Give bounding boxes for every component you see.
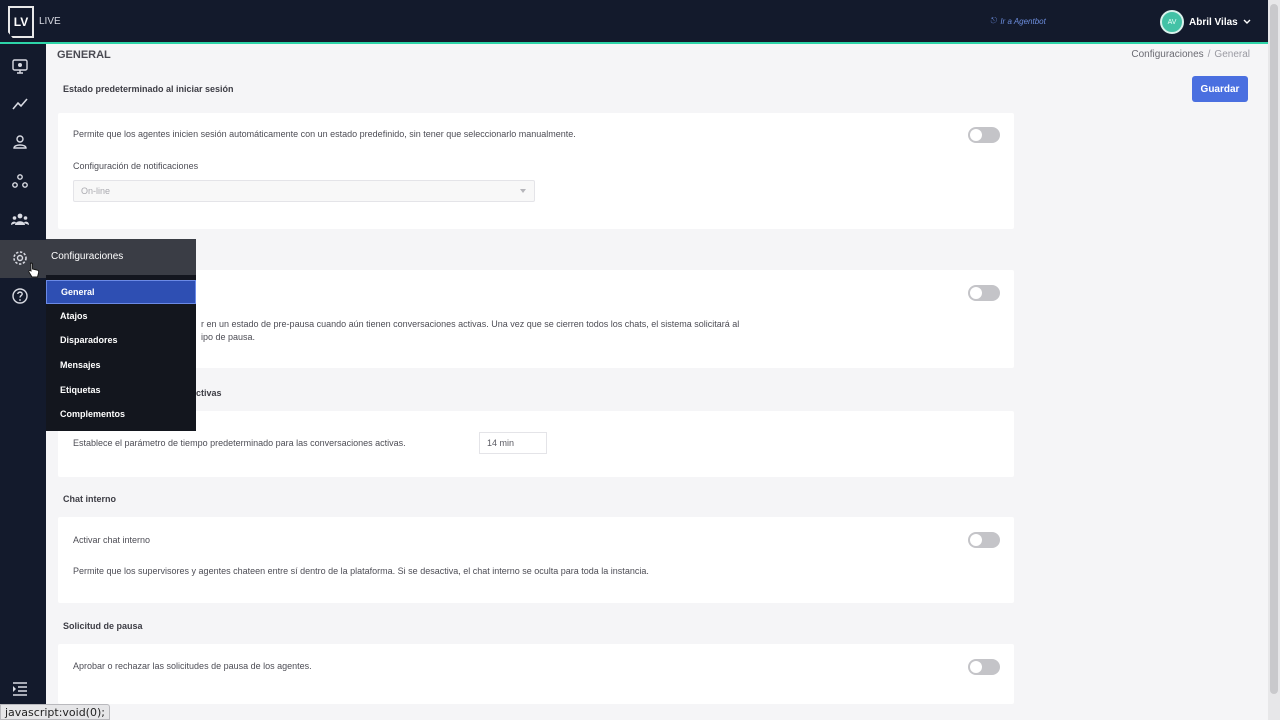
user-menu[interactable]: AV Abril Vilas: [1160, 10, 1251, 34]
monitor-icon[interactable]: [11, 57, 29, 75]
default-state-description: Permite que los agentes inicien sesión a…: [73, 129, 576, 139]
internal-chat-card: Activar chat interno Permite que los sup…: [58, 517, 1014, 603]
chart-line-icon[interactable]: [11, 95, 29, 113]
prepause-description-line2: ipo de pausa.: [201, 332, 256, 342]
user-icon[interactable]: [11, 133, 29, 151]
section-title-pause-request: Solicitud de pausa: [63, 621, 143, 631]
flyout-item-etiquetas[interactable]: Etiquetas: [46, 379, 196, 403]
active-time-input[interactable]: 14 min: [479, 432, 547, 454]
page-scrollbar[interactable]: [1268, 0, 1280, 720]
flyout-item-disparadores[interactable]: Disparadores: [46, 329, 196, 353]
agentbot-link-label: Ir a Agentbot: [1000, 16, 1046, 26]
pause-request-card: Aprobar o rechazar las solicitudes de pa…: [58, 644, 1014, 704]
collapse-menu-icon[interactable]: [11, 680, 29, 698]
product-name: LIVE: [39, 16, 61, 27]
sidebar: [0, 44, 46, 720]
section-title-internal-chat: Chat interno: [63, 494, 116, 504]
prepause-description-line1: r en un estado de pre-pausa cuando aún t…: [201, 319, 740, 329]
hand-cursor-icon: [28, 262, 40, 278]
external-link-icon: ⎋: [990, 16, 997, 25]
breadcrumb-item[interactable]: Configuraciones: [1131, 49, 1203, 60]
network-icon[interactable]: [11, 172, 29, 190]
pause-request-toggle[interactable]: [968, 659, 1000, 675]
page-title: GENERAL: [57, 49, 111, 61]
internal-chat-label: Activar chat interno: [73, 535, 151, 545]
internal-chat-toggle[interactable]: [968, 532, 1000, 548]
state-select[interactable]: On-line: [73, 180, 535, 202]
notification-config-label: Configuración de notificaciones: [73, 161, 199, 171]
active-time-description: Establece el parámetro de tiempo predete…: [73, 438, 406, 448]
save-button[interactable]: Guardar: [1192, 76, 1248, 102]
internal-chat-description: Permite que los supervisores y agentes c…: [73, 566, 649, 576]
default-state-card: Permite que los agentes inicien sesión a…: [58, 113, 1014, 229]
user-name: Abril Vilas: [1189, 16, 1238, 28]
logo[interactable]: LV: [8, 6, 34, 38]
flyout-item-atajos[interactable]: Atajos: [46, 305, 196, 329]
chevron-down-icon: [1243, 17, 1251, 28]
scrollbar-thumb[interactable]: [1270, 4, 1278, 694]
chevron-down-icon: [520, 189, 526, 193]
active-time-card: Establece el parámetro de tiempo predete…: [58, 411, 1014, 477]
help-icon[interactable]: [11, 287, 29, 305]
pause-request-description: Aprobar o rechazar las solicitudes de pa…: [73, 661, 312, 671]
avatar: AV: [1160, 10, 1184, 34]
state-select-value: On-line: [81, 186, 111, 196]
flyout-item-complementos[interactable]: Complementos: [46, 403, 196, 427]
top-bar: LV LIVE ⎋ Ir a Agentbot AV Abril Vilas: [0, 0, 1268, 44]
default-state-toggle[interactable]: [968, 127, 1000, 143]
flyout-title: Configuraciones: [46, 239, 196, 275]
gear-icon[interactable]: [11, 249, 29, 267]
team-icon[interactable]: [11, 210, 29, 228]
prepause-card: r en un estado de pre-pausa cuando aún t…: [58, 270, 1014, 368]
prepause-toggle[interactable]: [968, 285, 1000, 301]
status-bar-url: javascript:void(0);: [0, 704, 110, 720]
breadcrumb-current: General: [1214, 49, 1250, 60]
agentbot-link[interactable]: ⎋ Ir a Agentbot: [990, 16, 1046, 26]
section-title-active-time: ctivas: [196, 388, 222, 398]
flyout-item-general[interactable]: General: [46, 280, 196, 304]
configuraciones-flyout-menu: Configuraciones General Atajos Disparado…: [46, 239, 196, 431]
flyout-item-mensajes[interactable]: Mensajes: [46, 354, 196, 378]
breadcrumb: Configuraciones / General: [1131, 49, 1250, 60]
section-title-default-state: Estado predeterminado al iniciar sesión: [63, 84, 234, 94]
